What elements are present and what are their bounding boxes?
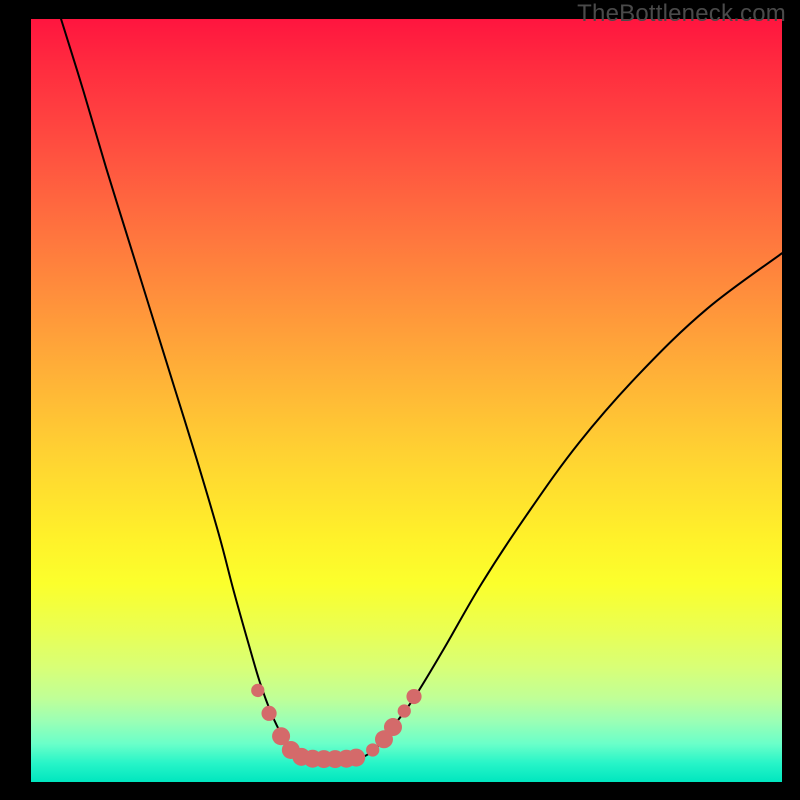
plot-area — [31, 19, 782, 782]
watermark-text: TheBottleneck.com — [577, 0, 786, 28]
data-marker — [251, 684, 264, 697]
marker-group — [251, 684, 421, 768]
data-marker — [406, 689, 421, 704]
marker-layer — [31, 19, 782, 782]
chart-frame: TheBottleneck.com — [0, 0, 800, 800]
data-marker — [398, 704, 411, 717]
data-marker — [384, 718, 402, 736]
data-marker — [261, 706, 276, 721]
data-marker — [347, 749, 365, 767]
